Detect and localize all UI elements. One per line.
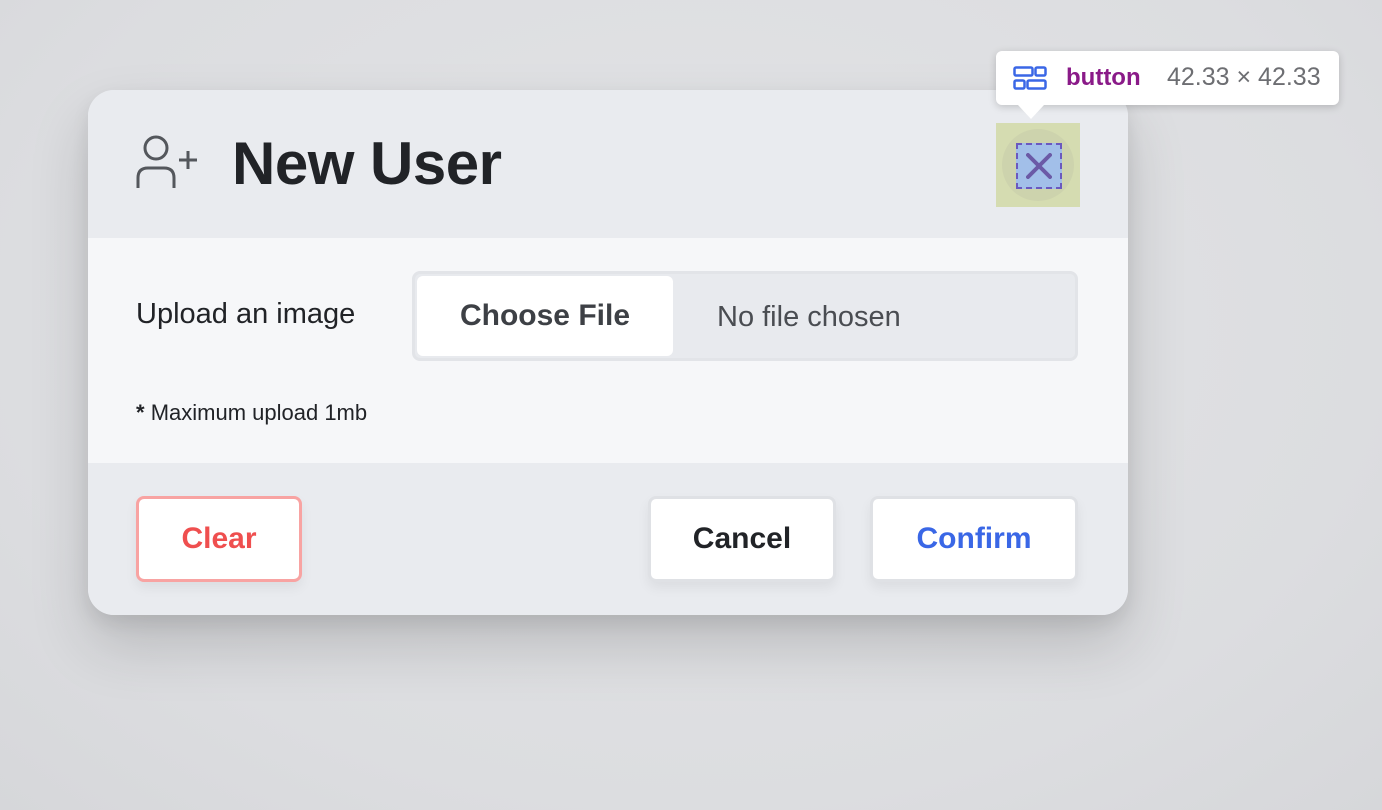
new-user-dialog: New User Upload an image Choose File No …	[88, 90, 1128, 615]
close-x-icon	[1026, 153, 1052, 179]
file-status: No file chosen	[717, 301, 901, 333]
dialog-body: Upload an image Choose File No file chos…	[88, 238, 1128, 463]
upload-label: Upload an image	[136, 298, 356, 330]
close-button-content-box	[1016, 143, 1062, 189]
note-text: Maximum upload 1mb	[150, 400, 368, 425]
dialog-header: New User	[88, 90, 1128, 238]
inspector-tooltip: button 42.33 × 42.33	[996, 51, 1339, 119]
file-input[interactable]: Choose File No file chosen	[412, 271, 1078, 361]
choose-file-button[interactable]: Choose File	[417, 276, 673, 356]
layout-grid-icon	[1013, 66, 1047, 90]
cancel-button[interactable]: Cancel	[648, 496, 836, 582]
dialog-title: New User	[232, 130, 502, 197]
tooltip-tag-name: button	[1066, 64, 1141, 91]
close-button[interactable]	[996, 123, 1080, 207]
upload-note: * Maximum upload 1mb	[136, 400, 367, 426]
note-asterisk: *	[136, 400, 145, 425]
clear-button[interactable]: Clear	[136, 496, 302, 582]
user-plus-icon	[136, 135, 197, 188]
confirm-button[interactable]: Confirm	[870, 496, 1078, 582]
dialog-footer: Clear Cancel Confirm	[88, 463, 1128, 615]
tooltip-dimensions: 42.33 × 42.33	[1167, 63, 1321, 91]
